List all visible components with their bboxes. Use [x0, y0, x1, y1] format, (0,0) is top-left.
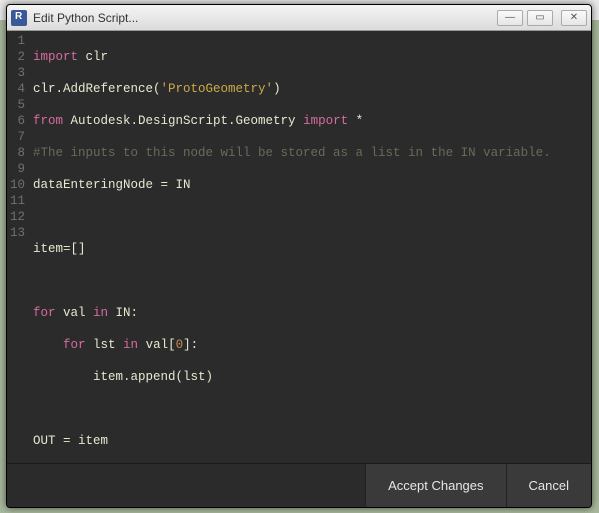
minimize-button[interactable]: — [497, 10, 523, 26]
line-number: 8 [7, 145, 25, 161]
code-line: clr.AddReference('ProtoGeometry') [33, 81, 591, 97]
code-editor[interactable]: 1 2 3 4 5 6 7 8 9 10 11 12 13 import clr… [7, 31, 591, 463]
app-icon [11, 10, 27, 26]
line-number: 10 [7, 177, 25, 193]
code-line [33, 209, 591, 225]
code-line: from Autodesk.DesignScript.Geometry impo… [33, 113, 591, 129]
line-number: 5 [7, 97, 25, 113]
window-controls: — ▭ ✕ [497, 10, 587, 26]
line-number: 7 [7, 129, 25, 145]
footer-bar: Accept Changes Cancel [7, 463, 591, 507]
code-line: for lst in val[0]: [33, 337, 591, 353]
line-number: 9 [7, 161, 25, 177]
accept-changes-button[interactable]: Accept Changes [365, 464, 505, 507]
editor-window: Edit Python Script... — ▭ ✕ 1 2 3 4 5 6 … [6, 4, 592, 508]
maximize-button[interactable]: ▭ [527, 10, 553, 26]
code-area[interactable]: import clr clr.AddReference('ProtoGeomet… [31, 33, 591, 463]
window-title: Edit Python Script... [33, 11, 497, 25]
cancel-button[interactable]: Cancel [506, 464, 591, 507]
code-line: dataEnteringNode = IN [33, 177, 591, 193]
code-line [33, 401, 591, 417]
line-number: 4 [7, 81, 25, 97]
line-number: 3 [7, 65, 25, 81]
code-line: #The inputs to this node will be stored … [33, 145, 591, 161]
line-gutter: 1 2 3 4 5 6 7 8 9 10 11 12 13 [7, 33, 31, 463]
code-line: item=[] [33, 241, 591, 257]
line-number: 12 [7, 209, 25, 225]
code-line [33, 273, 591, 289]
line-number: 6 [7, 113, 25, 129]
code-line: item.append(lst) [33, 369, 591, 385]
code-line: for val in IN: [33, 305, 591, 321]
code-line: import clr [33, 49, 591, 65]
line-number: 11 [7, 193, 25, 209]
line-number: 2 [7, 49, 25, 65]
line-number: 1 [7, 33, 25, 49]
line-number: 13 [7, 225, 25, 241]
code-line: OUT = item [33, 433, 591, 449]
close-button[interactable]: ✕ [561, 10, 587, 26]
titlebar[interactable]: Edit Python Script... — ▭ ✕ [7, 5, 591, 31]
